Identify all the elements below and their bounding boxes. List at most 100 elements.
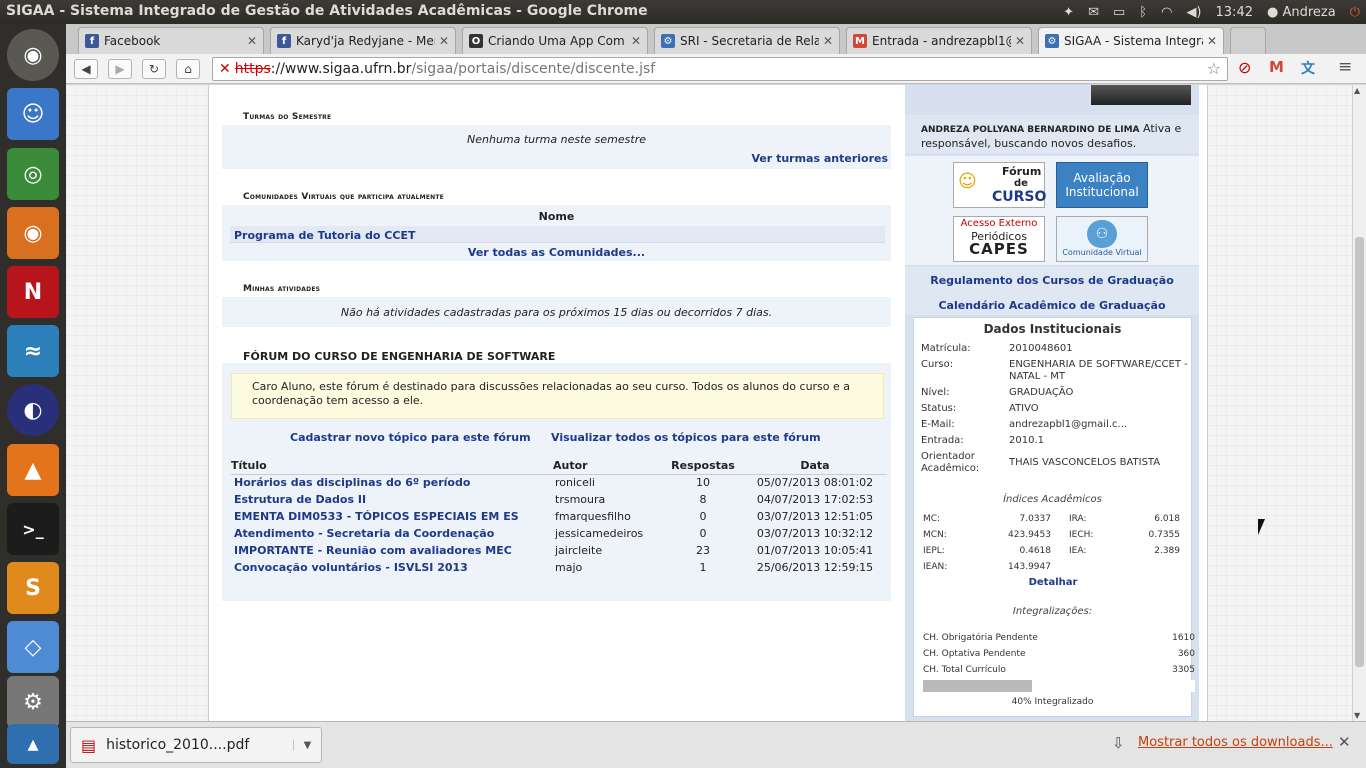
session-icon[interactable]: ⏻ <box>1350 5 1360 20</box>
regulamento-link[interactable]: Regulamento dos Cursos de Graduação <box>905 274 1199 287</box>
wifi-icon[interactable]: ◠ <box>1161 5 1172 20</box>
volume-icon[interactable]: ◀) <box>1186 5 1201 20</box>
chevron-down-icon[interactable]: ▼ <box>293 739 321 751</box>
table-row: Convocação voluntários - ISVLSI 2013 maj… <box>231 559 887 576</box>
integ-label: CH. Optativa Pendente <box>923 649 1026 659</box>
close-icon[interactable]: ✕ <box>1015 34 1025 48</box>
download-item[interactable]: ▤ historico_2010....pdf ▼ <box>70 727 322 763</box>
adblock-icon[interactable]: ⊘ <box>1238 58 1251 77</box>
replies-cell: 10 <box>663 474 743 491</box>
address-bar[interactable]: ✕ https://www.sigaa.ufrn.br/sigaa/portai… <box>212 57 1228 81</box>
topic-link[interactable]: Estrutura de Dados II <box>234 493 366 506</box>
comunidade-virtual-badge[interactable]: ⚇ Comunidade Virtual <box>1056 216 1148 262</box>
close-icon[interactable]: ✕ <box>823 34 833 48</box>
novo-topico-link[interactable]: Cadastrar novo tópico para este fórum <box>290 431 531 444</box>
right-column: ANDREZA POLLYANA BERNARDINO DE LIMA Ativ… <box>905 85 1199 721</box>
star-icon[interactable]: ☆ <box>1207 59 1221 78</box>
integ-value: 3305 <box>1172 665 1195 675</box>
menu-icon[interactable]: ≡ <box>1338 57 1352 77</box>
author-cell: jaircleite <box>553 542 663 559</box>
date-cell: 01/07/2013 10:05:41 <box>743 542 887 559</box>
clock[interactable]: 13:42 <box>1216 5 1253 20</box>
field-value: ATIVO <box>1009 403 1039 414</box>
download-filename: historico_2010....pdf <box>106 737 250 753</box>
topic-link[interactable]: IMPORTANTE - Reunião com avaliadores MEC <box>234 544 512 557</box>
files-icon[interactable]: ☺ <box>7 88 59 140</box>
comunidades-title: Comunidades Virtuais que participa atual… <box>243 192 444 202</box>
download-arrow-icon: ⇩ <box>1112 734 1125 752</box>
tab-title: Criando Uma App Com De <box>488 34 627 48</box>
close-icon[interactable]: ✕ <box>1207 34 1217 48</box>
topic-link[interactable]: Convocação voluntários - ISVLSI 2013 <box>234 561 468 574</box>
scroll-down-icon[interactable]: ▼ <box>1354 711 1360 720</box>
chrome-icon[interactable]: ◎ <box>7 148 59 200</box>
translate-icon[interactable]: 文 <box>1301 58 1315 78</box>
url-host: ://www.sigaa.ufrn.br <box>270 61 412 77</box>
todos-topicos-link[interactable]: Visualizar todos os tópicos para este fó… <box>551 431 821 444</box>
date-cell: 05/07/2013 08:01:02 <box>743 474 887 491</box>
scroll-up-icon[interactable]: ▲ <box>1354 86 1360 95</box>
ubuntu-icon[interactable]: ◉ <box>7 29 59 81</box>
comunidades-col-header: Nome <box>538 210 575 223</box>
firefox-icon[interactable]: ◉ <box>7 207 59 259</box>
tab-criando-app[interactable]: O Criando Uma App Com De ✕ <box>462 27 648 54</box>
gmail-ext-icon[interactable]: M <box>1269 58 1284 76</box>
tab-gmail[interactable]: M Entrada - andrezapbl1@g ✕ <box>846 27 1032 54</box>
index-value: 0.4618 <box>1019 546 1052 556</box>
tab-sri[interactable]: ⚙ SRI - Secretaria de Relaçõ ✕ <box>654 27 840 54</box>
new-tab-button[interactable] <box>1230 27 1266 54</box>
topic-link[interactable]: Atendimento - Secretaria da Coordenação <box>234 527 494 540</box>
ver-comunidades-link[interactable]: Ver todas as Comunidades... <box>222 246 891 259</box>
dropbox-icon[interactable]: ✦ <box>1063 5 1074 20</box>
detalhar-link[interactable]: Detalhar <box>985 577 1121 588</box>
forward-button[interactable]: ▶ <box>108 59 132 79</box>
index-value: 0.7355 <box>1148 530 1181 540</box>
periodicos-badge[interactable]: Acesso Externo Periódicos CAPES <box>953 216 1045 262</box>
netflix-icon[interactable]: N <box>7 266 59 318</box>
avaliacao-badge[interactable]: Avaliação Institucional <box>1056 162 1148 208</box>
topic-link[interactable]: Horários das disciplinas do 6º período <box>234 476 470 489</box>
user-menu[interactable]: ● Andreza <box>1267 5 1336 20</box>
cube-icon[interactable]: ◇ <box>7 621 59 673</box>
field-label: Matrícula: <box>921 343 971 354</box>
download-shelf: ▤ historico_2010....pdf ▼ ⇩ Mostrar todo… <box>66 721 1366 768</box>
tab-karydja[interactable]: f Karyd'ja Redyjane - Mensa ✕ <box>270 27 456 54</box>
tab-facebook[interactable]: f Facebook ✕ <box>78 27 264 54</box>
comunidades-box: Nome Programa de Tutoria do CCET Ver tod… <box>222 205 891 261</box>
mail-icon[interactable]: ✉ <box>1088 5 1099 20</box>
calendario-link[interactable]: Calendário Acadêmico de Graduação <box>905 299 1199 312</box>
index-label: MC: <box>923 514 941 524</box>
profile-name: ANDREZA POLLYANA BERNARDINO DE LIMA <box>921 125 1140 135</box>
show-all-downloads-link[interactable]: Mostrar todos os downloads... <box>1138 735 1333 750</box>
settings-icon[interactable]: ⚙ <box>7 676 59 728</box>
terminal-icon[interactable]: >_ <box>7 503 59 555</box>
close-icon[interactable]: ✕ <box>439 34 449 48</box>
scroll-thumb[interactable] <box>1355 237 1364 667</box>
forum-curso-badge[interactable]: ☺ Fórum de CURSO <box>953 162 1046 208</box>
ver-turmas-anteriores-link[interactable]: Ver turmas anteriores <box>751 152 888 165</box>
close-shelf-icon[interactable]: ✕ <box>1338 733 1351 751</box>
tab-sigaa[interactable]: ⚙ SIGAA - Sistema Integrado ✕ <box>1038 27 1224 54</box>
close-icon[interactable]: ✕ <box>247 34 257 48</box>
topic-cell: IMPORTANTE - Reunião com avaliadores MEC <box>231 542 553 559</box>
launcher: ◉ ☺ ◎ ◉ N ≈ ◐ ▲ >_ S ◇ ⚙ ▴ <box>0 24 66 768</box>
bluetooth-icon[interactable]: ᛒ <box>1139 5 1147 20</box>
vertical-scrollbar[interactable]: ▲ ▼ <box>1352 85 1366 721</box>
home-button[interactable]: ⌂ <box>176 59 200 79</box>
battery-icon[interactable]: ▭ <box>1113 5 1125 20</box>
vlc-icon[interactable]: ▲ <box>7 444 59 496</box>
sublime-icon[interactable]: S <box>7 562 59 614</box>
integ-label: CH. Obrigatória Pendente <box>923 633 1038 643</box>
topic-cell: Estrutura de Dados II <box>231 491 553 508</box>
eclipse-icon[interactable]: ◐ <box>7 384 59 436</box>
reload-button[interactable]: ↻ <box>142 59 166 79</box>
app-icon[interactable]: ▴ <box>7 724 59 764</box>
date-cell: 03/07/2013 12:51:05 <box>743 508 887 525</box>
comunidade-link[interactable]: Programa de Tutoria do CCET <box>234 229 415 242</box>
workbench-icon[interactable]: ≈ <box>7 325 59 377</box>
back-button[interactable]: ◀ <box>74 59 98 79</box>
indicators: ✦ ✉ ▭ ᛒ ◠ ◀) 13:42 ● Andreza ⏻ <box>1063 0 1366 24</box>
close-icon[interactable]: ✕ <box>631 34 641 48</box>
tab-strip: f Facebook ✕ f Karyd'ja Redyjane - Mensa… <box>66 24 1366 54</box>
topic-link[interactable]: EMENTA DIM0533 - TÓPICOS ESPECIAIS EM ES <box>234 510 519 523</box>
